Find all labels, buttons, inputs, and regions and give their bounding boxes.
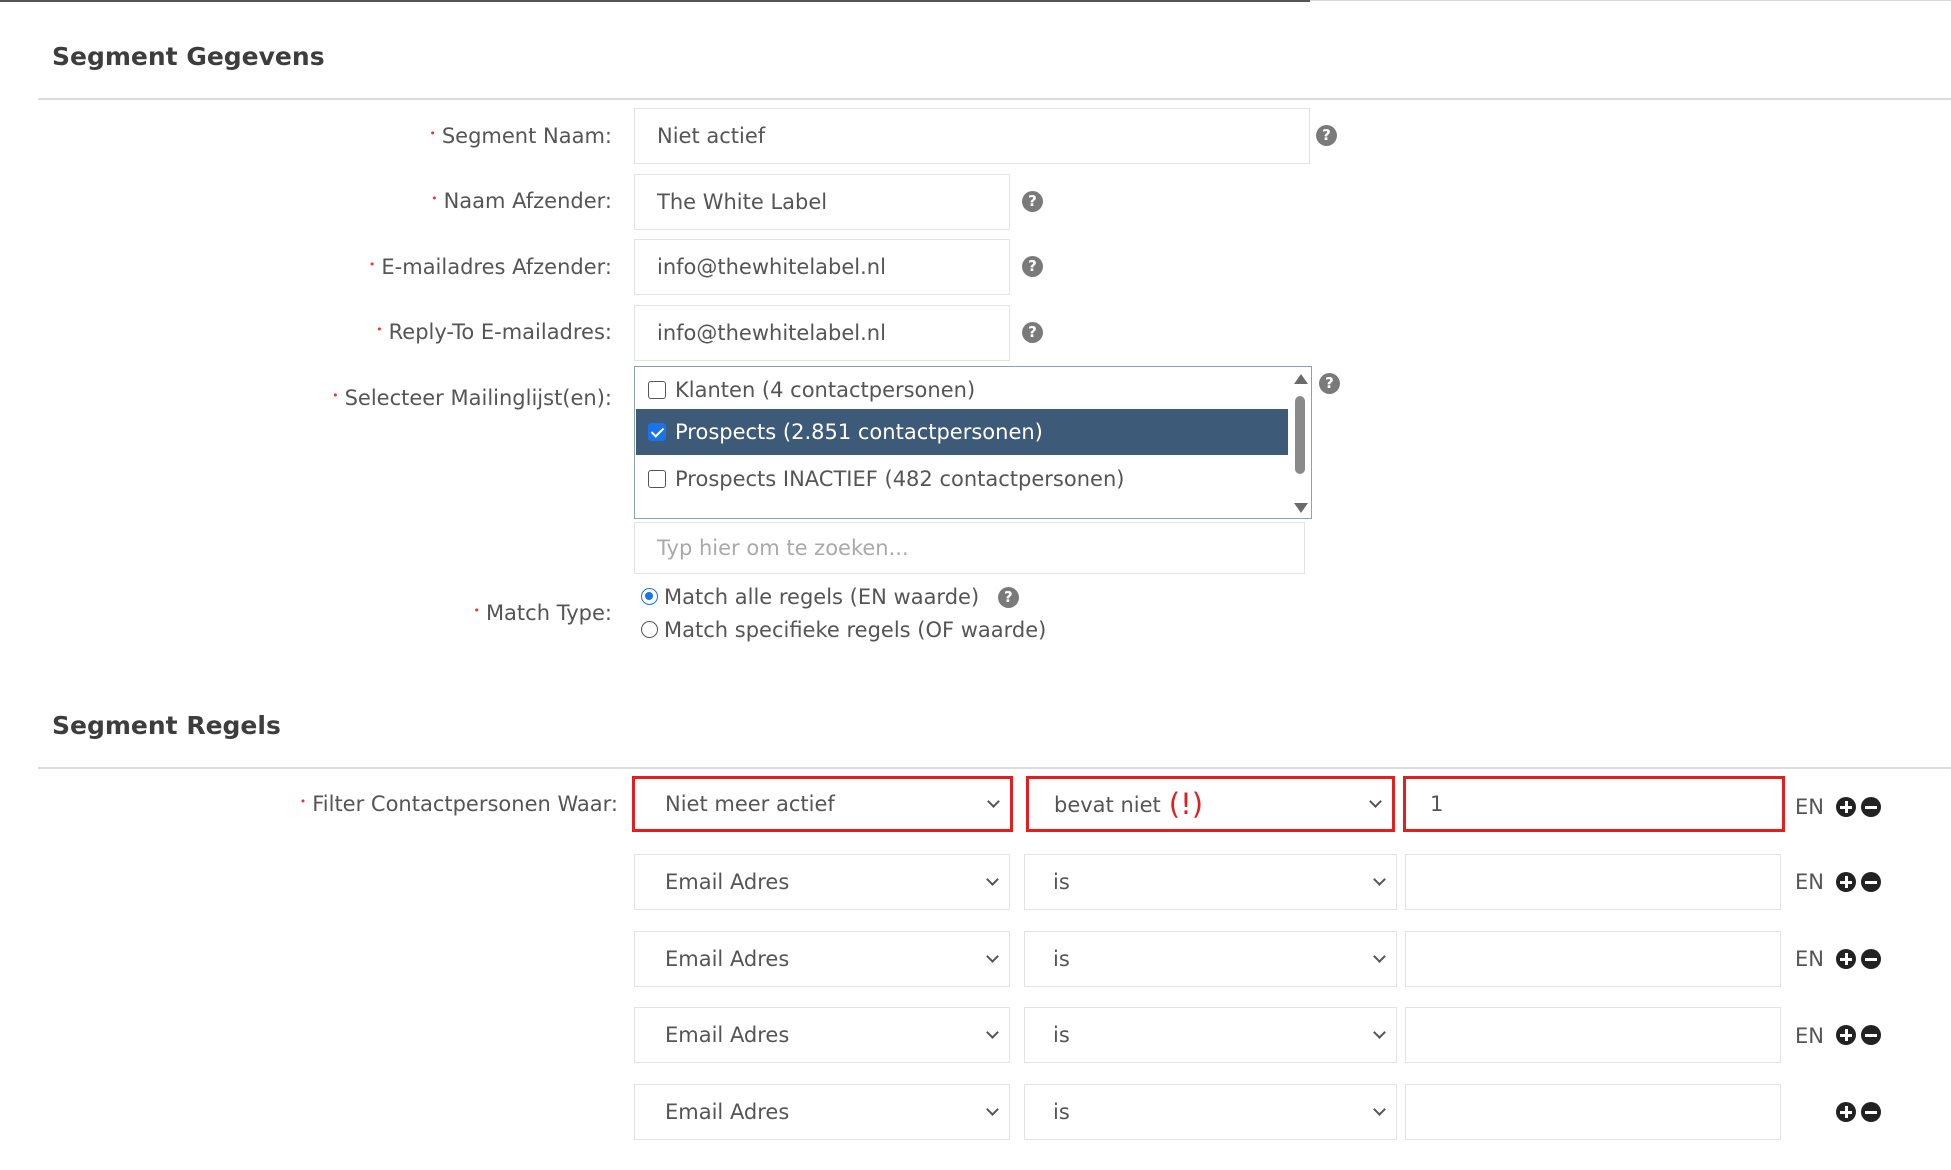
mailing-list-label: • Selecteer Mailinglijst(en): — [332, 386, 612, 410]
chevron-down-icon — [986, 873, 999, 886]
required-marker: • — [368, 258, 376, 271]
top-divider-light — [1310, 0, 1951, 1]
chevron-down-icon — [1373, 1026, 1386, 1039]
chevron-down-icon — [986, 950, 999, 963]
rule-operator-select[interactable]: is — [1024, 1007, 1397, 1063]
rule-operator-select[interactable]: is — [1024, 931, 1397, 987]
remove-rule-icon[interactable] — [1861, 872, 1881, 892]
section-divider — [38, 98, 1951, 100]
checkbox-checked[interactable] — [648, 423, 666, 441]
required-marker: • — [473, 604, 480, 617]
sender-name-label: • Naam Afzender: — [431, 189, 612, 213]
remove-rule-icon[interactable] — [1861, 1025, 1881, 1045]
add-rule-icon[interactable] — [1836, 872, 1856, 892]
sender-email-label: • E-mailadres Afzender: — [368, 255, 612, 279]
rule-connector: EN — [1795, 870, 1824, 894]
rule-value-input[interactable] — [1405, 1007, 1781, 1063]
question-circle-icon[interactable]: ? — [1022, 322, 1043, 343]
scroll-up-arrow-icon[interactable] — [1294, 374, 1308, 384]
chevron-down-icon — [987, 795, 1000, 808]
chevron-down-icon — [1373, 873, 1386, 886]
chevron-down-icon — [1373, 950, 1386, 963]
rule-field-select[interactable]: Email Adres — [634, 1007, 1010, 1063]
chevron-down-icon — [1369, 795, 1382, 808]
add-rule-icon[interactable] — [1836, 949, 1856, 969]
mailing-list-option-selected[interactable]: Prospects (2.851 contactpersonen) — [636, 409, 1288, 455]
section-title-segment-rules: Segment Regels — [52, 711, 281, 740]
add-rule-icon[interactable] — [1836, 1102, 1856, 1122]
match-specific-option[interactable]: Match specifieke regels (OF waarde) — [641, 618, 1046, 642]
mailing-list-option[interactable]: Klanten (4 contactpersonen) — [636, 367, 1288, 413]
remove-rule-icon[interactable] — [1861, 1102, 1881, 1122]
required-marker: • — [332, 389, 339, 402]
match-type-label: • Match Type: — [473, 601, 612, 625]
required-marker: • — [429, 127, 436, 140]
rule-field-select[interactable]: Email Adres — [634, 854, 1010, 910]
radio-selected[interactable] — [641, 588, 658, 605]
section-divider — [38, 767, 1951, 769]
remove-rule-icon[interactable] — [1861, 797, 1881, 817]
rule-value-input[interactable]: 1 — [1403, 776, 1785, 832]
scrollbar-thumb[interactable] — [1295, 396, 1305, 474]
rule-operator-select[interactable]: bevat niet (!) — [1026, 776, 1395, 832]
question-circle-icon[interactable]: ? — [1022, 191, 1043, 212]
add-rule-icon[interactable] — [1836, 1025, 1856, 1045]
chevron-down-icon — [1373, 1103, 1386, 1116]
mailing-list-option[interactable]: Prospects INACTIEF (482 contactpersonen) — [636, 456, 1288, 502]
rule-value-input[interactable] — [1405, 854, 1781, 910]
match-all-option[interactable]: Match alle regels (EN waarde) ? — [641, 585, 1019, 610]
mailing-list-search-input[interactable]: Typ hier om te zoeken... — [634, 522, 1305, 574]
required-marker: • — [299, 795, 307, 808]
question-circle-icon[interactable]: ? — [1316, 125, 1337, 146]
rule-operator-select[interactable]: is — [1024, 854, 1397, 910]
rule-connector: EN — [1795, 1024, 1824, 1048]
listbox-scrollbar[interactable] — [1290, 368, 1310, 518]
segment-name-label: • Segment Naam: — [429, 124, 612, 148]
scroll-down-arrow-icon[interactable] — [1294, 503, 1308, 513]
segment-name-input[interactable]: Niet actief — [634, 108, 1310, 164]
chevron-down-icon — [986, 1103, 999, 1116]
checkbox[interactable] — [648, 470, 666, 488]
mailing-list-select[interactable]: Klanten (4 contactpersonen) Prospects (2… — [634, 366, 1312, 519]
radio[interactable] — [641, 621, 658, 638]
reply-to-input[interactable]: info@thewhitelabel.nl — [634, 305, 1010, 361]
rule-field-select[interactable]: Email Adres — [634, 1084, 1010, 1140]
checkbox[interactable] — [648, 381, 666, 399]
reply-to-label: • Reply-To E-mailadres: — [376, 320, 612, 344]
section-title-segment-details: Segment Gegevens — [52, 42, 325, 71]
sender-email-input[interactable]: info@thewhitelabel.nl — [634, 239, 1010, 295]
question-circle-icon[interactable]: ? — [1022, 256, 1043, 277]
rule-value-input[interactable] — [1405, 1084, 1781, 1140]
question-circle-icon[interactable]: ? — [1319, 373, 1340, 394]
add-rule-icon[interactable] — [1836, 797, 1856, 817]
rule-connector: EN — [1795, 795, 1824, 819]
rule-value-input[interactable] — [1405, 931, 1781, 987]
warning-annotation: (!) — [1168, 787, 1204, 821]
filter-label: • Filter Contactpersonen Waar: — [299, 792, 618, 816]
required-marker: • — [376, 323, 383, 336]
remove-rule-icon[interactable] — [1861, 949, 1881, 969]
rule-connector: EN — [1795, 947, 1824, 971]
question-circle-icon[interactable]: ? — [997, 587, 1019, 608]
sender-name-input[interactable]: The White Label — [634, 174, 1010, 230]
rule-field-select[interactable]: Niet meer actief — [632, 776, 1013, 832]
top-divider — [0, 0, 1310, 2]
chevron-down-icon — [986, 1026, 999, 1039]
rule-operator-select[interactable]: is — [1024, 1084, 1397, 1140]
required-marker: • — [431, 192, 438, 205]
rule-field-select[interactable]: Email Adres — [634, 931, 1010, 987]
